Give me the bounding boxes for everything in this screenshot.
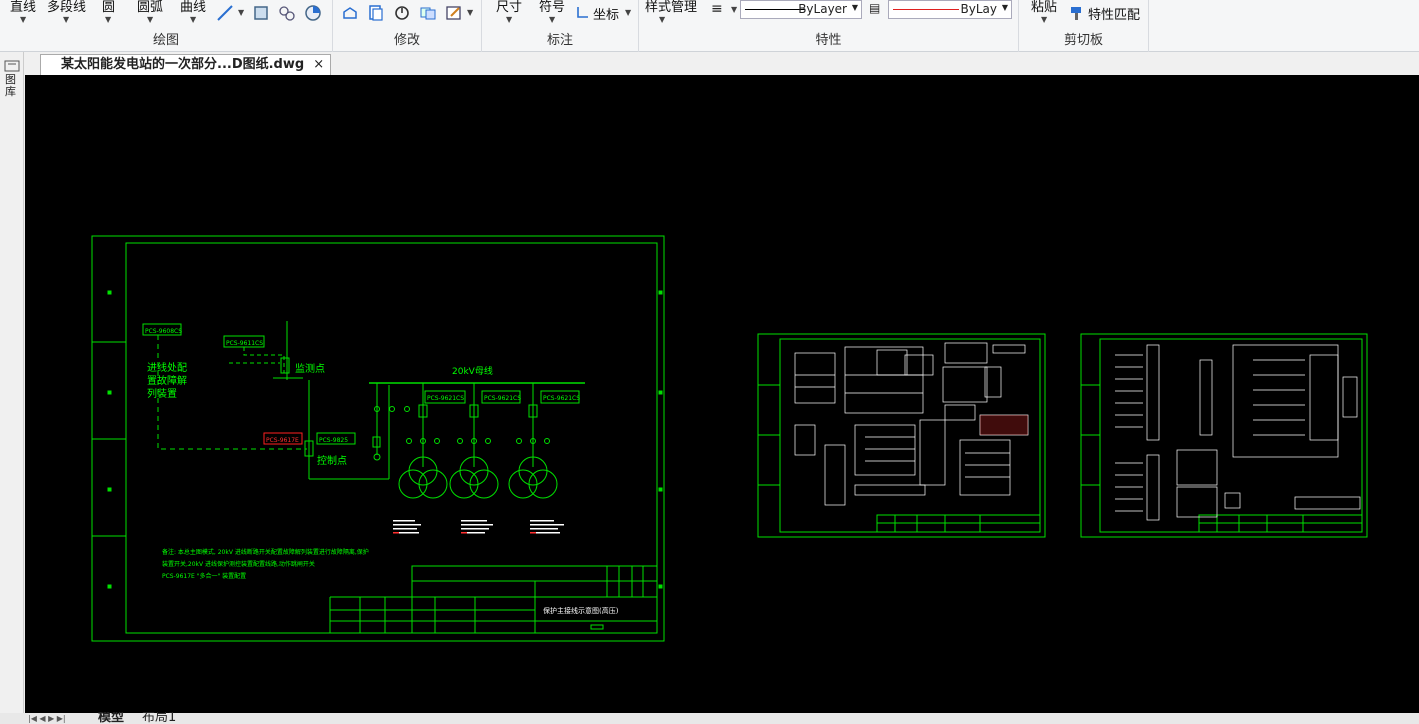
rotate-icon[interactable] [393,4,411,22]
bottom-note-2: 装置开关,20kV 进线保护测控装置配置线路,动作跳闸开关 [162,560,315,568]
sidebar: 图库 [0,52,24,724]
arc-button[interactable]: 圆弧 [137,0,163,15]
transformer-spec-text [393,520,564,534]
document-tab-title: 某太阳能发电站的一次部分...D图纸.dwg [61,57,305,72]
properties-group-title: 特性 [815,33,842,48]
bottom-note-3: PCS-9617E "多合一" 装置配置 [162,572,246,580]
style-manager-button[interactable]: 样式管理 [645,0,697,15]
lineweight-icon[interactable]: ≡ [711,1,723,17]
tab-nav-arrows[interactable]: |◀ ◀ ▶ ▶| [28,713,66,724]
ct-monitor [280,357,290,374]
match-properties-button[interactable]: 特性匹配 [1088,4,1140,23]
bottom-note-1: 备注: 本总主图模式, 20kV 进线断路开关配置故障解列装置进行故障隔离,保护 [162,548,369,556]
label-9611: PCS-9611CS [226,340,263,347]
note-line-3: 列装置 [147,387,177,400]
properties-group: 样式管理 ▼ ≡ ▼ ByLayer ▼ ▤ ByLay ▼ 特性 [639,0,1019,52]
draw-group-title: 绘图 [152,33,179,48]
label-9617E: PCS-9617E [266,437,299,444]
construction-line-icon[interactable] [216,4,234,22]
array-icon[interactable] [419,4,437,22]
edit-icon[interactable] [445,4,463,22]
clipboard-group-title: 剪切板 [1063,33,1103,48]
match-properties-icon[interactable] [1069,5,1085,21]
note-line-1: 进线处配 [147,361,187,374]
monitor-point-label: 监测点 [295,362,325,375]
close-tab-button[interactable]: × [313,55,324,75]
circle-button[interactable]: 圆 [102,0,115,15]
control-point-label: 控制点 [317,454,347,467]
polyline-button[interactable]: 多段线 [47,0,86,15]
annotate-group: 尺寸 ▼ 符号 ▼ 坐标 ▼ 标注 [482,0,639,52]
sidebar-library-icon[interactable] [4,60,20,72]
tab-model[interactable]: 模型 [98,712,124,724]
coordinate-icon[interactable] [576,5,590,19]
bus-label: 20kV母线 [452,365,493,377]
modify-group: ▼ 修改 [333,0,482,52]
note-line-2: 置故障解 [147,374,187,387]
sheet-2 [757,333,1046,538]
title-block-title: 保护主接线示意图(高压) [543,606,619,615]
annotate-group-title: 标注 [546,33,573,48]
linetype-icon[interactable]: ▤ [869,1,880,15]
sheet-1-outer-border [91,235,665,642]
ribbon: 直线 ▼ 多段线 ▼ 圆 ▼ 圆弧 ▼ 曲线 ▼ ▼ 绘图 ▼ 修改 尺寸 ▼ … [0,0,1419,52]
dimension-button[interactable]: 尺寸 [496,0,522,15]
color-value: ByLay [960,2,997,16]
linetype-value: ByLayer [798,2,847,16]
tab-layout1[interactable]: 布局1 [142,712,176,724]
copy-icon[interactable] [367,4,385,22]
coordinate-button[interactable]: 坐标 [593,4,619,23]
stretch-icon[interactable] [341,4,359,22]
hatch-icon[interactable] [278,4,296,22]
drawing-canvas[interactable]: PCS-9608CS PCS-9611CS PCS-9617E PCS-9825… [25,75,1419,713]
label-9825: PCS-9825 [319,437,348,444]
document-tab[interactable]: 某太阳能发电站的一次部分...D图纸.dwg × [40,54,332,75]
region-icon[interactable] [304,4,322,22]
clipboard-group: 粘贴 ▼ 特性匹配 剪切板 [1019,0,1149,52]
paste-button[interactable]: 粘贴 [1031,0,1057,15]
label-9608: PCS-9608CS [145,328,182,335]
symbol-button[interactable]: 符号 [539,0,565,15]
feeder-label-1: PCS-9621CS [427,395,464,402]
rectangle-icon[interactable] [252,4,270,22]
line-button[interactable]: 直线 [10,0,36,15]
modify-group-title: 修改 [393,33,420,48]
drawing-svg: PCS-9608CS PCS-9611CS PCS-9617E PCS-9825… [91,235,1368,642]
draw-group: 直线 ▼ 多段线 ▼ 圆 ▼ 圆弧 ▼ 曲线 ▼ ▼ 绘图 [0,0,333,52]
layout-tab-bar: |◀ ◀ ▶ ▶| [0,713,1419,724]
color-select[interactable]: ByLay ▼ [888,0,1012,19]
sidebar-library-label[interactable]: 图库 [5,74,19,98]
feeder-label-2: PCS-9621CS [484,395,521,402]
linetype-select[interactable]: ByLayer ▼ [740,0,862,19]
feeder-label-3: PCS-9621CS [543,395,580,402]
sheet-3-content [1115,344,1361,521]
curve-button[interactable]: 曲线 [180,0,206,15]
sheet-3 [1080,333,1368,538]
